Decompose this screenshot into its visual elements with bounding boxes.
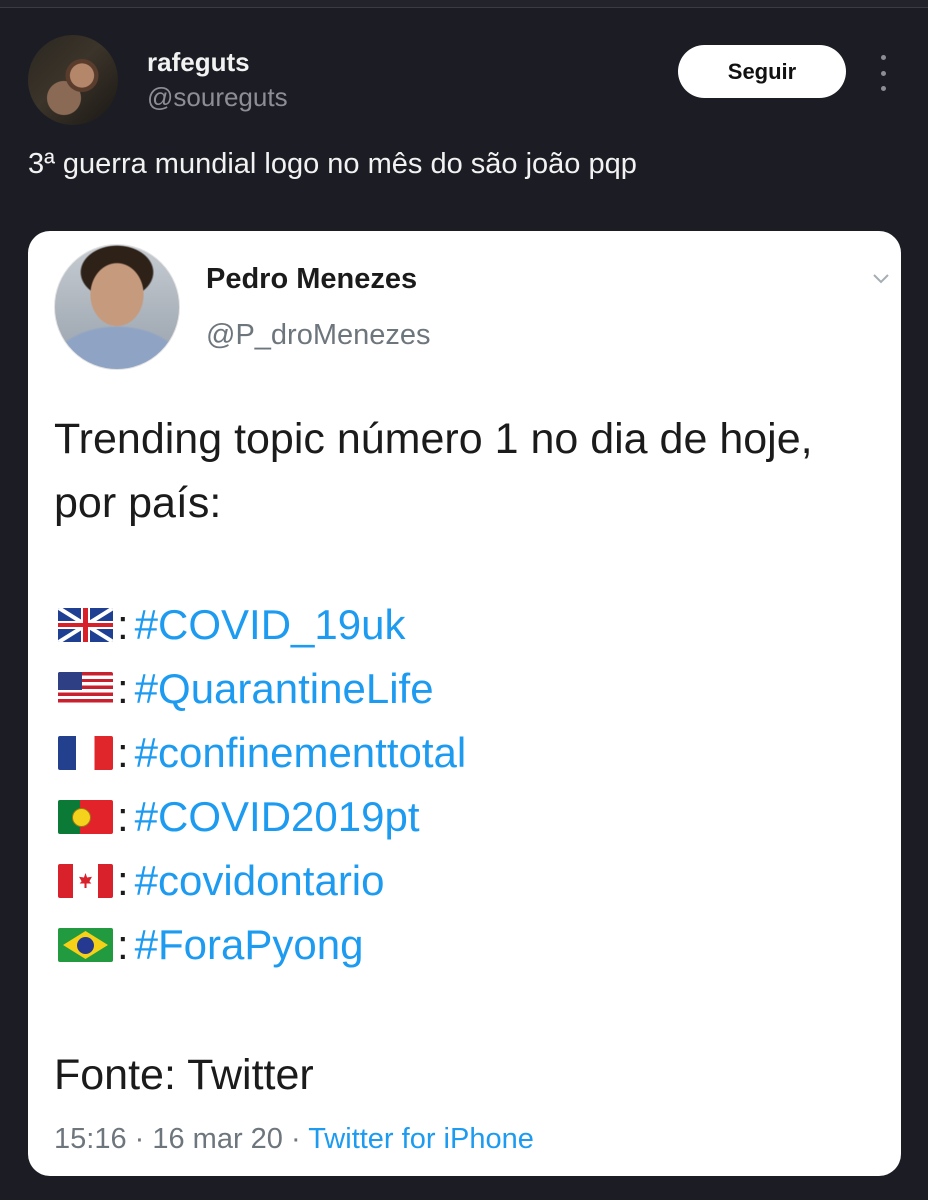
- hashtag: #ForaPyong: [134, 921, 364, 968]
- us-flag-icon: [58, 672, 113, 706]
- trend-separator: :: [117, 857, 129, 904]
- trend-separator: :: [117, 665, 129, 712]
- embedded-intro-text: Trending topic número 1 no dia de hoje, …: [54, 415, 813, 527]
- list-item: : #confinementtotal: [58, 721, 466, 785]
- source-text: Fonte: Twitter: [54, 1051, 314, 1099]
- trend-separator: :: [117, 793, 129, 840]
- author-name[interactable]: rafeguts: [147, 47, 250, 78]
- hashtag: #QuarantineLife: [134, 665, 434, 712]
- top-divider: [0, 0, 928, 8]
- list-item: : #COVID_19uk: [58, 593, 466, 657]
- timestamp-line: 15:16 · 16 mar 20 · Twitter for iPhone: [54, 1123, 534, 1155]
- more-options-icon[interactable]: [872, 55, 894, 91]
- list-item: : #covidontario: [58, 849, 466, 913]
- hashtag: #COVID_19uk: [134, 601, 406, 648]
- hashtag: #COVID2019pt: [134, 793, 420, 840]
- avatar[interactable]: [28, 35, 118, 125]
- france-flag-icon: [58, 736, 113, 770]
- portugal-flag-icon: [58, 800, 113, 834]
- embedded-image[interactable]: Pedro Menezes @P_droMenezes Trending top…: [28, 231, 901, 1176]
- list-item: : #ForaPyong: [58, 913, 466, 977]
- list-item: : #COVID2019pt: [58, 785, 466, 849]
- follow-button[interactable]: Seguir: [678, 45, 846, 98]
- chevron-down-icon: [873, 274, 889, 284]
- trend-separator: :: [117, 921, 129, 968]
- brazil-flag-icon: [58, 928, 113, 962]
- embedded-avatar: [54, 244, 180, 370]
- embedded-author-handle: @P_droMenezes: [206, 319, 431, 351]
- trend-list: : #COVID_19uk : #QuarantineLife : #confi…: [58, 593, 466, 977]
- canada-flag-icon: [58, 864, 113, 898]
- author-handle[interactable]: @soureguts: [147, 82, 288, 113]
- post-date: 16 mar 20: [152, 1123, 283, 1155]
- post-text: 3ª guerra mundial logo no mês do são joã…: [28, 148, 637, 180]
- list-item: : #QuarantineLife: [58, 657, 466, 721]
- trend-separator: :: [117, 729, 129, 776]
- uk-flag-icon: [58, 608, 113, 642]
- trend-separator: :: [117, 601, 129, 648]
- post-time: 15:16: [54, 1123, 127, 1155]
- hashtag: #covidontario: [134, 857, 385, 904]
- hashtag: #confinementtotal: [134, 729, 467, 776]
- client-label: Twitter for iPhone: [308, 1123, 534, 1155]
- embedded-author-name: Pedro Menezes: [206, 263, 418, 295]
